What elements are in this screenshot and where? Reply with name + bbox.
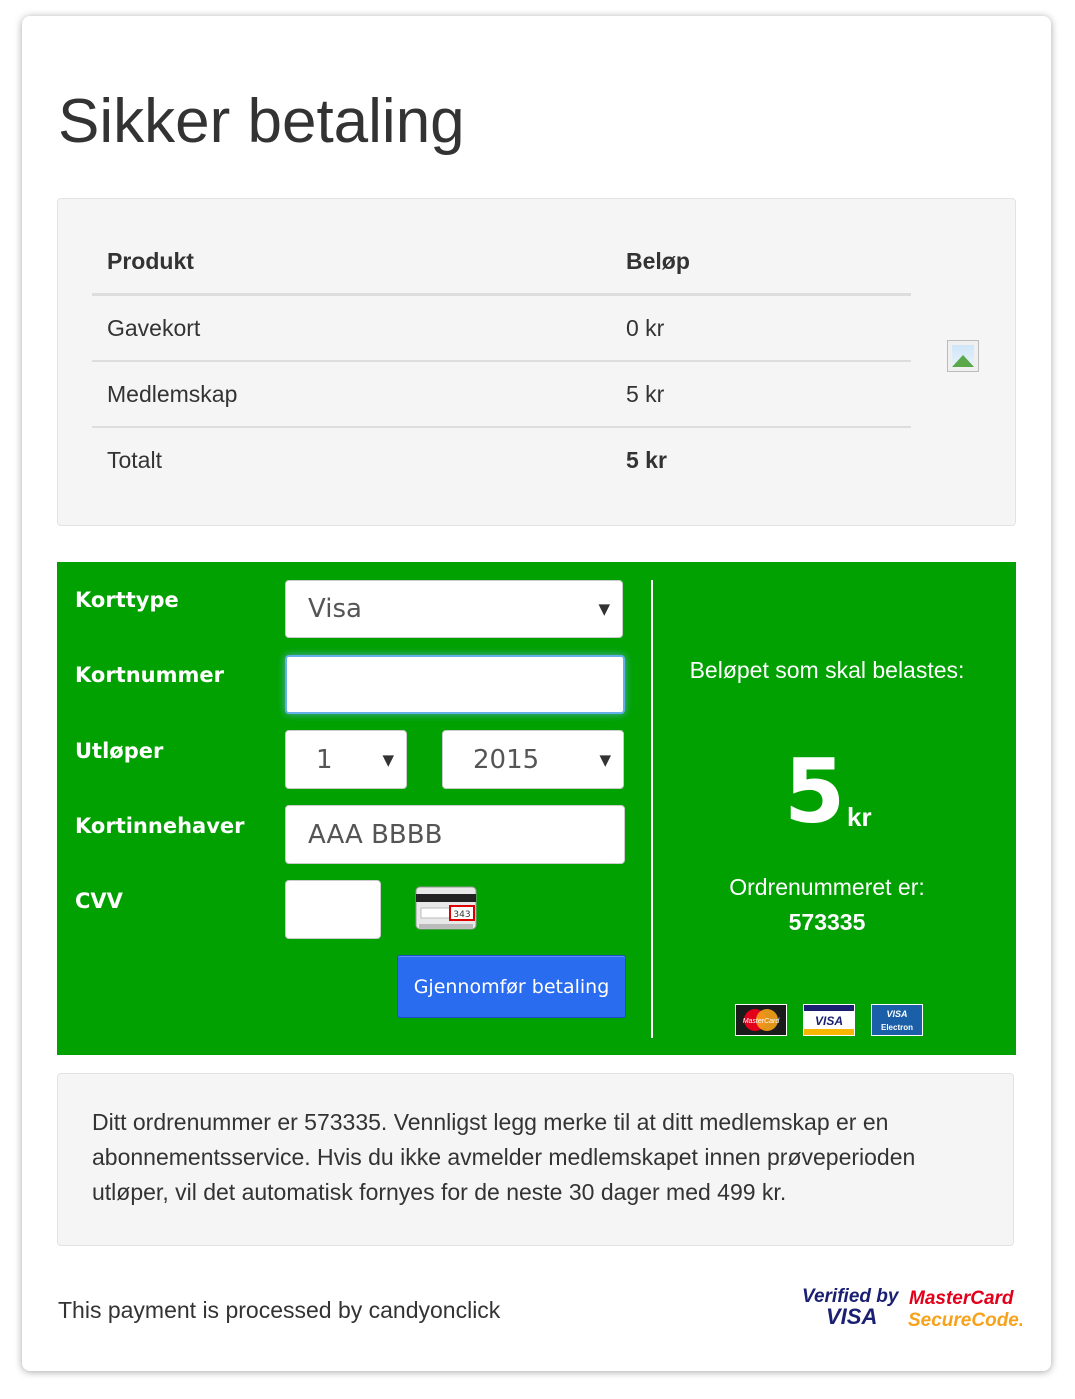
divider	[651, 580, 653, 1038]
column-header-amount: Beløp	[611, 229, 911, 296]
card-type-label: Korttype	[75, 588, 179, 612]
table-row-total: Totalt 5 kr	[92, 427, 911, 492]
expiry-month-select[interactable]: 1 ▼	[285, 730, 407, 789]
order-label: Ordrenummeret er:	[729, 874, 925, 900]
cvv-hint-number: 343	[453, 910, 470, 920]
cvv-card-icon: 343	[415, 886, 477, 930]
cvv-label: CVV	[75, 889, 123, 913]
charge-currency: kr	[847, 802, 872, 832]
table-row: Medlemskap 5 kr	[92, 361, 911, 428]
table-row: Gavekort 0 kr	[92, 294, 911, 362]
chevron-down-icon: ▼	[599, 750, 611, 769]
card-type-value: Visa	[308, 594, 362, 624]
visa-logo: VISA	[803, 1004, 855, 1036]
order-number: 573335	[788, 909, 866, 935]
svg-text:VISA: VISA	[815, 1014, 843, 1028]
charge-amount: 5	[784, 740, 846, 843]
subscription-notice: Ditt ordrenummer er 573335. Vennligst le…	[57, 1073, 1014, 1246]
verified-visa-text: VISA	[826, 1304, 877, 1329]
svg-text:Electron: Electron	[881, 1023, 913, 1032]
card-type-select[interactable]: Visa ▼	[285, 580, 623, 638]
expiry-month-value: 1	[316, 744, 333, 775]
svg-text:MasterCard: MasterCard	[743, 1018, 781, 1025]
mastercard-logo: MasterCard	[735, 1004, 787, 1036]
visa-electron-logo: VISA Electron	[871, 1004, 923, 1036]
order-summary: Produkt Beløp Gavekort 0 kr Medlemskap 5…	[57, 198, 1016, 526]
mastercard-text: MasterCard	[909, 1288, 1014, 1309]
card-holder-value: AAA BBBB	[308, 819, 443, 850]
securecode-text: SecureCode.	[908, 1310, 1022, 1330]
row-product: Medlemskap	[92, 361, 611, 428]
payment-form-panel: Korttype Visa ▼ Kortnummer Utløper 1 ▼ 2…	[57, 562, 1016, 1055]
chevron-down-icon: ▼	[598, 600, 610, 618]
card-holder-label: Kortinnehaver	[75, 814, 245, 838]
row-product: Gavekort	[92, 294, 611, 362]
card-holder-input[interactable]: AAA BBBB	[285, 805, 625, 864]
total-amount: 5 kr	[626, 446, 667, 473]
table-header-row: Produkt Beløp	[92, 229, 911, 296]
svg-text:VISA: VISA	[886, 1009, 907, 1019]
expiry-year-value: 2015	[473, 744, 540, 775]
submit-payment-button[interactable]: Gjennomfør betaling	[397, 955, 626, 1018]
page-title: Sikker betaling	[58, 87, 465, 156]
payment-card: Sikker betaling Produkt Beløp Gavekort 0…	[22, 16, 1051, 1371]
card-number-input[interactable]	[285, 655, 625, 714]
column-header-product: Produkt	[92, 229, 611, 296]
row-amount: 5 kr	[611, 361, 911, 428]
chevron-down-icon: ▼	[382, 750, 394, 769]
security-seals: Verified by VISA MasterCard SecureCode.	[802, 1282, 1024, 1331]
broken-image-icon	[947, 340, 979, 372]
cvv-input[interactable]	[285, 880, 381, 939]
total-label: Totalt	[107, 446, 162, 473]
processed-by-text: This payment is processed by candyonclic…	[58, 1297, 501, 1323]
expiry-year-select[interactable]: 2015 ▼	[442, 730, 624, 789]
notice-text: Ditt ordrenummer er 573335. Vennligst le…	[92, 1109, 916, 1205]
card-logos: MasterCard VISA VISA Electron	[735, 1004, 923, 1036]
expiry-label: Utløper	[75, 739, 164, 763]
charge-label: Beløpet som skal belastes:	[689, 657, 965, 683]
card-number-label: Kortnummer	[75, 663, 224, 687]
row-amount: 0 kr	[611, 294, 911, 362]
order-summary-table: Produkt Beløp Gavekort 0 kr Medlemskap 5…	[92, 229, 911, 492]
